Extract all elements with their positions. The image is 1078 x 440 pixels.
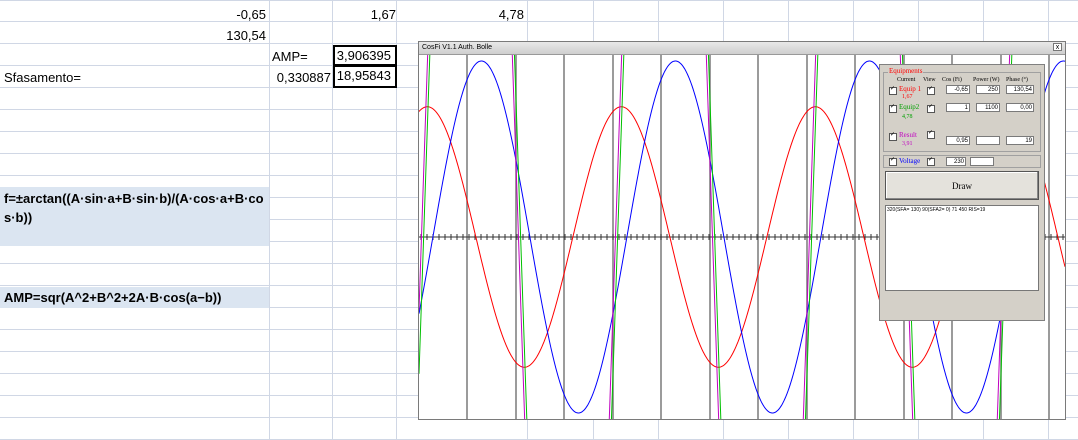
equip1-view-checkbox[interactable] — [927, 85, 935, 95]
equip2-cos-input[interactable]: 1 — [946, 103, 970, 112]
control-panel: Equipments Current View Cos (Fi) Power (… — [879, 64, 1045, 321]
col-cos: Cos (Fi) — [942, 77, 962, 83]
voltage-view-checkbox[interactable] — [927, 156, 935, 166]
equip2-phase-input[interactable]: 0,00 — [1006, 103, 1034, 112]
voltage-checkbox[interactable] — [889, 156, 897, 166]
result-view-checkbox[interactable] — [927, 129, 935, 139]
equip1-current: 1,67 — [902, 94, 913, 100]
equip2-name: Equip2 — [899, 103, 920, 111]
voltage-name: Voltage — [899, 157, 921, 165]
cell-r1-a[interactable]: -0,65 — [170, 4, 266, 25]
output-textarea[interactable]: 320(SFA= 130) 90(SFA2= 0) 71 450 RIS=19 — [885, 205, 1039, 291]
col-power: Power (W) — [973, 77, 1000, 83]
cell-sfasamento-value[interactable]: 18,95843 — [333, 65, 397, 88]
window-titlebar[interactable]: CosFi V1.1 Auth. Bolle x — [419, 42, 1065, 55]
result-power-input[interactable] — [976, 136, 1000, 145]
equip2-checkbox[interactable] — [889, 103, 897, 113]
equip2-view-checkbox[interactable] — [927, 103, 935, 113]
cell-amp-value[interactable]: 3,906395 — [333, 45, 397, 66]
result-cos-input[interactable]: 0,95 — [946, 136, 970, 145]
equip2-current: 4,78 — [902, 114, 913, 120]
equip1-name: Equip 1 — [899, 85, 921, 93]
result-name: Result — [899, 131, 917, 139]
formula-amp-cell[interactable]: AMP=sqr(A^2+B^2+2A·B·cos(a−b)) — [0, 287, 269, 308]
equip1-checkbox[interactable] — [889, 85, 897, 95]
result-checkbox[interactable] — [889, 131, 897, 141]
equip1-phase-input[interactable]: 130,54 — [1006, 85, 1034, 94]
equip1-cos-input[interactable]: -0,65 — [946, 85, 970, 94]
formula-phase-cell[interactable]: f=±arctan((A·sin·a+B·sin·b)/(A·cos·a+B·c… — [0, 187, 269, 246]
cell-amp-label[interactable]: AMP= — [272, 46, 332, 67]
cell-r2-a[interactable]: 130,54 — [170, 25, 266, 46]
window-title: CosFi V1.1 Auth. Bolle — [422, 44, 493, 51]
col-phase: Phase (°) — [1006, 77, 1028, 83]
col-current: Current — [897, 77, 916, 83]
cell-r1-b[interactable]: 1,67 — [300, 4, 396, 25]
draw-button[interactable]: Draw — [885, 171, 1039, 200]
equip2-power-input[interactable]: 1100 — [976, 103, 1000, 112]
close-button[interactable]: x — [1053, 43, 1062, 51]
cell-sfasamento-label[interactable]: Sfasamento= — [4, 67, 164, 88]
voltage-extra-input[interactable] — [970, 157, 994, 166]
result-phase-input[interactable]: 19 — [1006, 136, 1034, 145]
col-view: View — [923, 77, 936, 83]
voltage-input[interactable]: 230 — [946, 157, 966, 166]
equipments-group-title: Equipments — [888, 67, 924, 75]
cell-r1-c[interactable]: 4,78 — [428, 4, 524, 25]
equip1-power-input[interactable]: 250 — [976, 85, 1000, 94]
cell-r4-a[interactable]: 0,330887 — [266, 67, 331, 88]
result-current: 3,91 — [902, 141, 913, 147]
